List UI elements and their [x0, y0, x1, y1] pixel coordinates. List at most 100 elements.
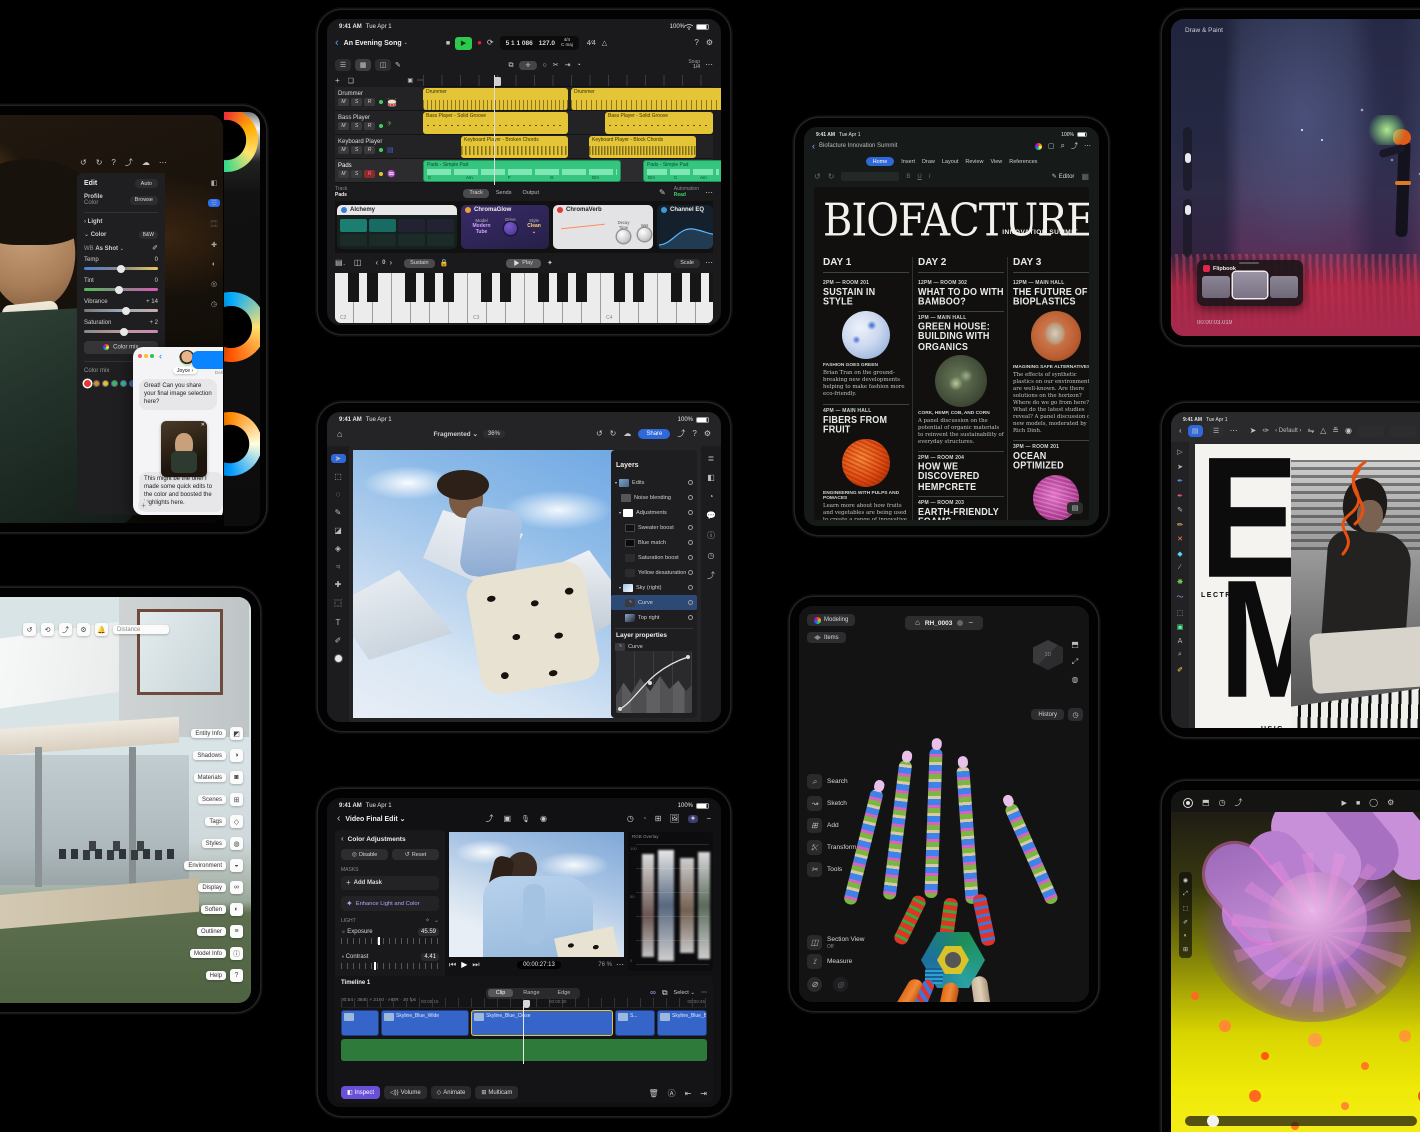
timeline-clip[interactable]: Skyline_Blue_Wide	[381, 1010, 469, 1036]
smudge-icon[interactable]: 〜	[1177, 592, 1184, 602]
keyframe-icon[interactable]: ✧	[425, 918, 430, 924]
region-drummer-1[interactable]: Drummer	[423, 88, 568, 110]
frame-thumbnail[interactable]	[1202, 276, 1230, 298]
undo-icon[interactable]: ↺	[80, 159, 87, 167]
presets-icon[interactable]: ◧	[211, 179, 218, 187]
flip-v-icon[interactable]: △	[1320, 427, 1326, 435]
history-icon[interactable]: ◷	[708, 551, 715, 560]
voiceover-icon[interactable]: ◉	[540, 815, 547, 823]
tab-home[interactable]: Home	[866, 157, 895, 166]
mute-clip-icon[interactable]: Ⓐ	[668, 1090, 676, 1098]
timeline-clip[interactable]	[341, 1010, 379, 1036]
metronome-icon[interactable]: △	[602, 40, 607, 47]
tool-measure[interactable]: ⟟Measure	[807, 954, 864, 969]
editor-view-icon[interactable]: ◫	[375, 59, 391, 71]
keyboard-icon[interactable]: ▤	[335, 259, 343, 267]
frame-thumbnail-active[interactable]	[1233, 272, 1267, 298]
eye-icon[interactable]	[688, 540, 693, 545]
layer-row[interactable]: Yellow desaturation	[611, 565, 697, 580]
export-icon[interactable]: ⤴	[1235, 799, 1243, 807]
more-icon[interactable]: ⋯	[1084, 143, 1091, 150]
versions-icon[interactable]: ◷	[211, 300, 217, 308]
fill-icon[interactable]: ◆	[1177, 550, 1182, 558]
redo-icon[interactable]: ↻	[96, 159, 103, 167]
plugin-chromaglow[interactable]: ChromaGlow ModelModern Tube Drive StyleC…	[461, 205, 549, 249]
traffic-lights[interactable]	[138, 354, 154, 358]
timeline-name[interactable]: Timeline 1	[341, 980, 416, 987]
zoom-level[interactable]: 36%	[483, 430, 505, 438]
mic-icon[interactable]: 🎙	[521, 816, 530, 823]
plugin-alchemy[interactable]: Alchemy	[337, 205, 457, 249]
masking-icon[interactable]: ◐	[212, 261, 216, 268]
clone-tool-icon[interactable]: ♃	[335, 562, 341, 571]
robotic-hand-model[interactable]	[829, 726, 1069, 986]
light-section[interactable]: › Light	[84, 219, 158, 225]
trash-icon[interactable]: 🗑	[648, 1090, 658, 1098]
collapse-icon[interactable]: −	[968, 619, 973, 627]
boolean-icon[interactable]: ◉	[1345, 427, 1352, 435]
region-bass-1[interactable]: Bass Player - Solid Groove	[423, 112, 568, 134]
doc-title[interactable]: Fragmented ⌄	[433, 430, 477, 438]
document-icon[interactable]: ▤	[1188, 425, 1203, 437]
slider-knob[interactable]	[122, 307, 130, 315]
redo-icon[interactable]: ↻	[610, 430, 617, 438]
scene-icon[interactable]: ⬒	[1202, 799, 1210, 807]
plugin-channel-eq[interactable]: Channel EQ	[657, 205, 713, 249]
toolbar-pill[interactable]	[1358, 426, 1384, 437]
color-icon[interactable]: ◔	[642, 815, 647, 823]
sustain-button[interactable]: Sustain	[404, 259, 434, 268]
add-attachment-button[interactable]: +	[138, 500, 149, 511]
mute-button[interactable]: M	[338, 170, 349, 178]
timer-icon[interactable]: ◷	[627, 815, 634, 823]
zoom-tool-icon[interactable]: ⌕	[1178, 651, 1182, 659]
snap-value[interactable]: 1/4	[693, 64, 700, 70]
render-viewport[interactable]: ◉ ⤢ ⬚ ✐ ◐ ⊞	[1171, 812, 1420, 1132]
layer-row[interactable]: Sweater boost	[611, 520, 697, 535]
hide-icon[interactable]: ◎	[833, 977, 848, 992]
lock-icon[interactable]: 🔒	[440, 260, 449, 267]
timeline-ruler[interactable]	[423, 75, 713, 87]
share-button[interactable]: Share	[638, 429, 670, 439]
back-icon[interactable]: ‹	[337, 814, 340, 824]
enhance-button[interactable]: ✦Enhance Light and Color	[341, 896, 439, 911]
spray-icon[interactable]: ❋	[1177, 578, 1183, 586]
menu-icon[interactable]: ☰	[1209, 425, 1224, 437]
tab-references[interactable]: References	[1009, 159, 1037, 165]
more-icon[interactable]: ⋯	[701, 990, 707, 996]
mute-button[interactable]: M	[338, 146, 349, 154]
model-value[interactable]: Modern Tube	[472, 223, 490, 235]
tool-transform[interactable]: ⤪Transform	[807, 840, 856, 855]
collapse-icon[interactable]: ⌄	[434, 918, 439, 924]
transform-tool-icon[interactable]: ⬚	[334, 472, 342, 481]
pencil-icon[interactable]: ✎	[659, 189, 666, 197]
help-icon[interactable]: ?	[694, 39, 698, 47]
plugin-chromaverb[interactable]: ChromaVerb Decay Time Wet	[553, 205, 653, 249]
document-title[interactable]: Biofacture Innovation Summit	[819, 143, 897, 149]
panel-entity-info[interactable]: Entity Info◩	[191, 727, 243, 740]
zoom-fit-icon[interactable]: ⤢	[1072, 657, 1078, 667]
orbit-icon[interactable]: ⟲	[41, 623, 54, 636]
panel-shadows[interactable]: Shadows◑	[193, 749, 243, 762]
audio-track[interactable]	[341, 1039, 707, 1061]
scale-button[interactable]: Scale	[674, 259, 700, 268]
editor-button[interactable]: ✎Editor	[1052, 174, 1075, 180]
undo-icon[interactable]: ↺	[814, 173, 821, 181]
remove-attachment-icon[interactable]: ✕	[201, 422, 205, 428]
cloud-icon[interactable]: ☁	[623, 430, 631, 438]
tool-tools[interactable]: ✂Tools	[807, 862, 856, 877]
panel-soften[interactable]: Soften◐	[201, 903, 243, 916]
tab-output[interactable]: Output	[518, 189, 543, 198]
lcd-display[interactable]: 5 1 1 086127.0 4/4C maj	[500, 36, 579, 51]
isolate-icon[interactable]: ⊘	[807, 977, 822, 992]
lasso-tool-icon[interactable]: ◌	[336, 490, 341, 499]
eye-icon[interactable]	[688, 525, 693, 530]
frame-icon[interactable]: ⤢	[1183, 891, 1188, 898]
panel-tags[interactable]: Tags◇	[205, 815, 243, 828]
grid-icon[interactable]: ⊞	[1183, 946, 1188, 953]
tool-search[interactable]: ⌕Search	[807, 774, 856, 789]
rotate-icon[interactable]: ▢	[1048, 143, 1055, 150]
cycle-icon[interactable]: ⟳	[487, 39, 494, 47]
browser-icon[interactable]: ⊞	[655, 815, 662, 823]
share-icon[interactable]: ⤴	[125, 159, 133, 167]
history-clock-icon[interactable]: ◷	[1068, 708, 1083, 721]
